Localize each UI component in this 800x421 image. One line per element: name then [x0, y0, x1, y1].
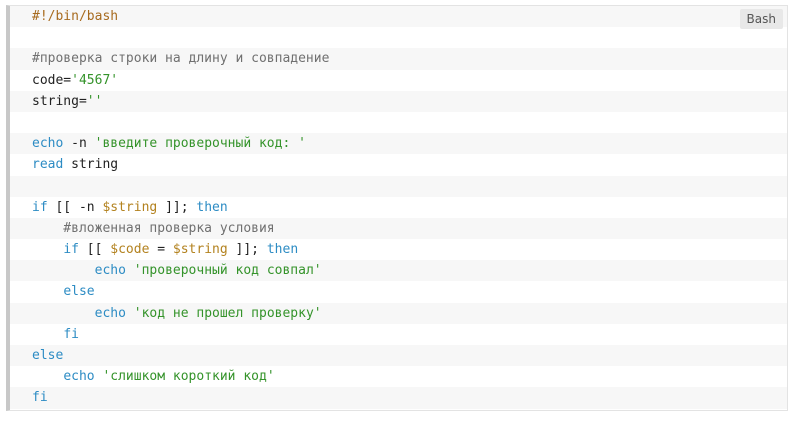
code-token-keyword: echo	[63, 369, 95, 385]
code-token-plain: ]];	[157, 199, 197, 215]
code-token-string: 'код не прошел проверку'	[133, 305, 322, 321]
code-line: #проверка строки на длину и совпадение	[10, 48, 787, 70]
code-token-comment: #вложенная проверка условия	[32, 220, 275, 236]
code-token-var: $string	[102, 199, 158, 215]
code-token-keyword: fi	[63, 326, 79, 342]
code-block: Bash #!/bin/bash #проверка строки на длин…	[6, 5, 788, 411]
code-line: else	[10, 345, 787, 367]
code-token-plain: string	[63, 157, 119, 173]
code-token-keyword: then	[196, 199, 228, 215]
code-line: string=''	[10, 90, 787, 112]
code-token-comment: #проверка строки на длину и совпадение	[32, 51, 330, 67]
code-token-shebang: #!/bin/bash	[32, 9, 119, 24]
code-line: echo 'проверочный код совпал'	[10, 260, 787, 282]
code-token-keyword: echo	[32, 136, 64, 152]
code-line: read string	[10, 154, 787, 176]
code-line: fi	[10, 323, 787, 345]
code-line: fi	[10, 387, 787, 409]
code-token-keyword: else	[32, 348, 64, 363]
language-badge[interactable]: Bash	[739, 9, 783, 29]
code-line: #!/bin/bash	[10, 6, 787, 28]
code-token-plain: ]];	[227, 242, 267, 258]
code-token-keyword: if	[63, 242, 79, 258]
code-line: #вложенная проверка условия	[10, 217, 787, 240]
code-token-plain: string=	[32, 93, 87, 109]
code-line: else	[10, 281, 787, 303]
code-token-keyword: fi	[32, 390, 48, 406]
code-line: echo -n 'введите проверочный код: '	[10, 133, 787, 155]
code-token-keyword: then	[266, 242, 299, 258]
code-line: if [[ $code = $string ]]; then	[10, 239, 787, 261]
code-line: echo 'слишком короткий код'	[10, 366, 787, 388]
code-token-keyword: echo	[94, 263, 126, 279]
code-token-string: '4567'	[71, 72, 119, 88]
code-token-string: ''	[86, 93, 103, 109]
code-token-string: 'слишком короткий код'	[102, 369, 275, 385]
code-lines: #!/bin/bash #проверка строки на длину и с…	[10, 6, 787, 409]
code-token-plain: =	[149, 242, 173, 258]
code-token-plain: [[	[78, 242, 111, 258]
code-token-string: 'введите проверочный код: '	[94, 136, 306, 152]
code-token-plain: -n	[63, 136, 95, 152]
code-line: code='4567'	[10, 69, 787, 91]
code-token-var: $string	[172, 242, 228, 258]
code-line: echo 'код не прошел проверку'	[10, 302, 787, 324]
code-line	[10, 175, 787, 197]
code-token-keyword: read	[32, 157, 64, 173]
code-line: if [[ -n $string ]]; then	[10, 196, 787, 218]
code-token-string: 'проверочный код совпал'	[133, 263, 322, 279]
code-token-plain: code=	[32, 72, 72, 88]
code-line	[10, 27, 787, 49]
code-token-var: $code	[110, 242, 150, 258]
code-token-plain: [[ -n	[47, 199, 103, 215]
code-token-keyword: echo	[94, 305, 126, 321]
code-token-keyword: else	[63, 284, 95, 300]
code-token-keyword: if	[32, 199, 48, 215]
code-line	[10, 111, 787, 134]
